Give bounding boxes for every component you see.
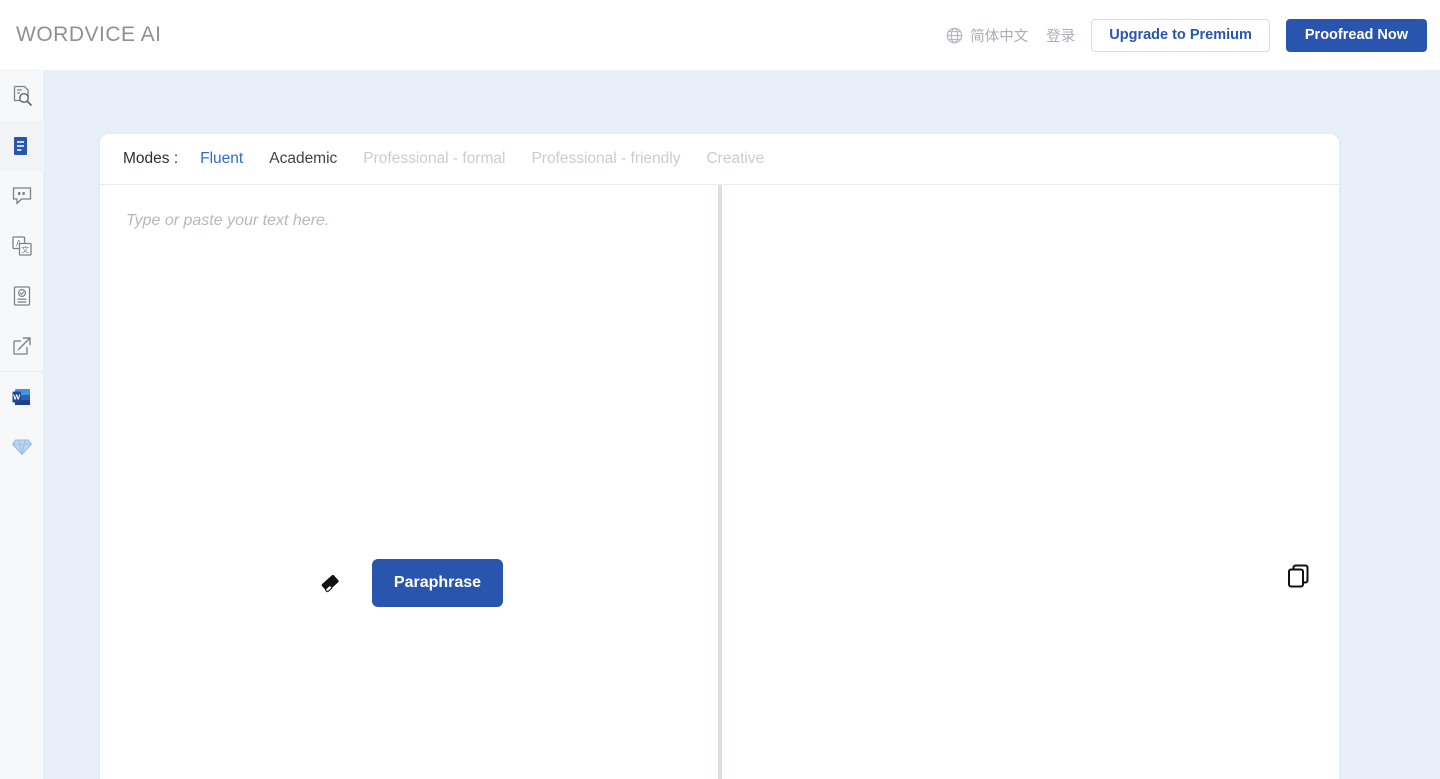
mode-tab-creative[interactable]: Creative (706, 150, 764, 168)
paraphraser-card: Modes : Fluent Academic Professional - f… (100, 134, 1339, 779)
diamond-gem-icon (11, 436, 33, 458)
speech-bubble-quote-icon (11, 185, 33, 207)
microsoft-word-icon: W (11, 386, 33, 408)
sidebar-item-certificate[interactable] (0, 271, 44, 321)
wordvice-logo[interactable]: WORDVICE AI (16, 23, 162, 47)
document-seal-icon (11, 285, 33, 307)
login-link[interactable]: 登录 (1046, 25, 1075, 46)
input-placeholder: Type or paste your text here. (126, 212, 329, 230)
translate-icon: A 文 (11, 235, 33, 257)
header-actions: 简体中文 登录 Upgrade to Premium Proofread Now (946, 19, 1427, 52)
app-header: WORDVICE AI 简体中文 登录 Upgrade to Premium P… (0, 0, 1440, 71)
input-pane[interactable]: Type or paste your text here. Paraphrase (100, 185, 718, 779)
mode-tab-fluent[interactable]: Fluent (200, 150, 243, 168)
sidebar-item-word-addin[interactable]: W (0, 372, 44, 422)
modes-tabbar: Modes : Fluent Academic Professional - f… (100, 134, 1339, 185)
copy-icon[interactable] (1285, 562, 1313, 590)
mode-tab-academic[interactable]: Academic (269, 150, 337, 168)
proofread-now-button[interactable]: Proofread Now (1286, 19, 1427, 52)
editor-panes: Type or paste your text here. Paraphrase (100, 185, 1339, 779)
sidebar-item-proofread[interactable] (0, 71, 44, 121)
external-link-icon (11, 335, 33, 357)
svg-text:W: W (13, 393, 21, 402)
mode-tab-professional-formal[interactable]: Professional - formal (363, 150, 505, 168)
globe-icon (946, 27, 963, 44)
sidebar-item-paraphrase[interactable] (0, 121, 44, 171)
eraser-icon[interactable] (315, 568, 345, 598)
sidebar-item-citation[interactable] (0, 171, 44, 221)
left-sidebar: A 文 (0, 71, 44, 779)
sidebar-item-premium[interactable] (0, 422, 44, 472)
output-pane[interactable] (722, 185, 1339, 779)
input-actions: Paraphrase (100, 559, 718, 607)
paraphrase-button[interactable]: Paraphrase (372, 559, 503, 607)
sidebar-item-open-external[interactable] (0, 321, 44, 371)
document-lines-filled-icon (11, 135, 33, 157)
svg-text:文: 文 (21, 245, 29, 255)
sidebar-item-translate[interactable]: A 文 (0, 221, 44, 271)
upgrade-to-premium-button[interactable]: Upgrade to Premium (1091, 19, 1270, 52)
language-selector[interactable]: 简体中文 (970, 25, 1028, 46)
mode-tab-professional-friendly[interactable]: Professional - friendly (531, 150, 680, 168)
modes-label: Modes : (123, 150, 178, 168)
document-search-icon (11, 85, 33, 107)
